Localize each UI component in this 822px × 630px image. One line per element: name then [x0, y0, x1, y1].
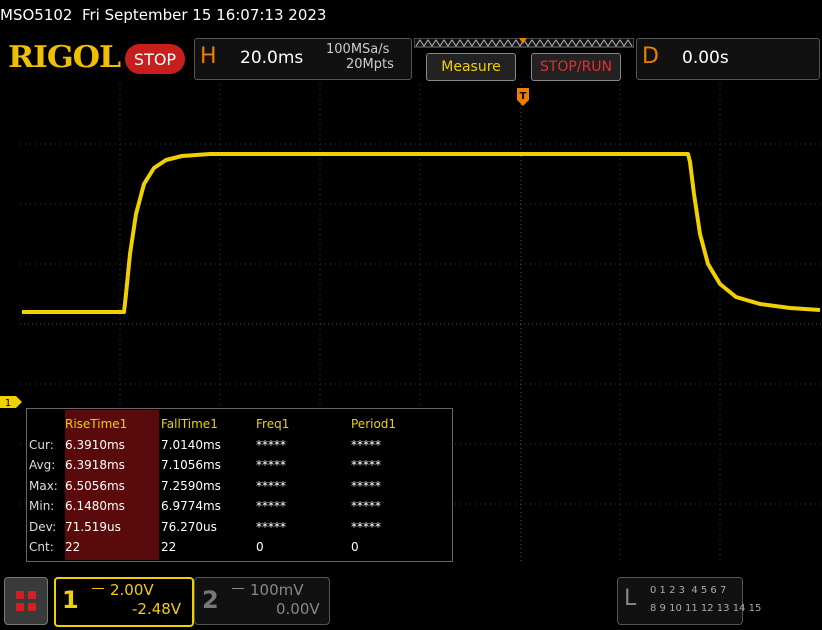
measurement-value: 22 [161, 540, 177, 554]
measurement-value: ***** [256, 437, 286, 452]
timebase-scale: 20.0ms [240, 48, 304, 68]
run-state-badge[interactable]: STOP [125, 44, 185, 74]
channel-2-number: 2 [202, 586, 219, 614]
measurement-row-label: Cnt: [29, 540, 54, 554]
ch1-ground-marker-icon[interactable]: 1 [0, 396, 22, 408]
measurement-value: 76.270us [161, 519, 217, 534]
window-title: MSO5102 Fri September 15 16:07:13 2023 [0, 6, 327, 24]
delay-value: 0.00s [682, 48, 729, 68]
measurement-value: ***** [351, 458, 381, 472]
measurement-column-header: RiseTime1 [65, 417, 128, 431]
measurement-value: 6.9774ms [161, 499, 221, 513]
measurement-row-label: Max: [29, 478, 58, 493]
delay-label: D [642, 44, 659, 69]
memory-depth: 20Mpts [346, 57, 394, 72]
measurement-value: ***** [351, 478, 381, 493]
memory-position-strip [414, 38, 634, 48]
measurement-value: 6.5056ms [65, 478, 125, 493]
measurement-value: ***** [351, 519, 381, 534]
dc-coupling-icon [232, 588, 244, 593]
measurement-panel[interactable]: Cur: Avg: Max: Min: Dev: Cnt: RiseTime1 6.3910m… [26, 408, 453, 562]
measurement-value: 0 [351, 540, 359, 554]
dc-coupling-icon [92, 588, 104, 593]
channel-1-number: 1 [62, 586, 79, 614]
measurement-value: ***** [256, 499, 286, 513]
measurement-row-label: Cur: [29, 437, 54, 452]
measurement-value: ***** [256, 478, 286, 493]
trigger-marker-icon[interactable]: T [517, 88, 529, 108]
digital-channels-row-2: 8 9 10 11 12 13 14 15 [650, 603, 762, 614]
channel-1-offset: -2.48V [132, 600, 182, 618]
measurement-value: ***** [256, 519, 286, 534]
ch1-waveform [22, 152, 821, 314]
trigger-marker-label: T [520, 91, 527, 102]
measurement-column-header: Period1 [351, 417, 397, 431]
measurement-row-label: Min: [29, 499, 55, 513]
channel-1-scale: 2.00V [110, 581, 154, 599]
measurement-value: 7.2590ms [161, 478, 221, 493]
logic-analyzer-label: L [624, 586, 637, 611]
measurement-value: 6.3918ms [65, 458, 125, 472]
measurement-value: 22 [65, 540, 81, 554]
measurement-value: ***** [351, 499, 381, 513]
measurement-row-label: Dev: [29, 519, 57, 534]
measurement-value: ***** [256, 458, 286, 472]
sample-rate: 100MSa/s [326, 42, 390, 57]
channel-2-scale: 100mV [250, 581, 304, 599]
measure-button[interactable]: Measure [426, 53, 516, 81]
measurement-value: ***** [351, 437, 381, 452]
stop-run-button[interactable]: STOP/RUN [531, 53, 621, 81]
digital-channels-row-1: 0 1 2 3 4 5 6 7 [650, 585, 727, 596]
horizontal-label: H [200, 44, 217, 69]
channel-2-offset: 0.00V [276, 600, 320, 618]
measurement-value: 6.1480ms [65, 499, 125, 513]
measurement-value: 71.519us [65, 519, 121, 534]
measurement-column-header: Freq1 [256, 417, 290, 431]
measurement-value: 6.3910ms [65, 437, 125, 452]
measurement-column-header: FallTime1 [161, 417, 218, 431]
ch1-marker-label: 1 [5, 398, 11, 408]
measurement-value: 0 [256, 540, 264, 554]
menu-grid-button[interactable] [4, 577, 48, 625]
rigol-logo: RIGOL [8, 40, 121, 75]
measurement-value: 7.0140ms [161, 437, 221, 452]
measurement-row-label: Avg: [29, 458, 56, 472]
measurement-value: 7.1056ms [161, 458, 221, 472]
